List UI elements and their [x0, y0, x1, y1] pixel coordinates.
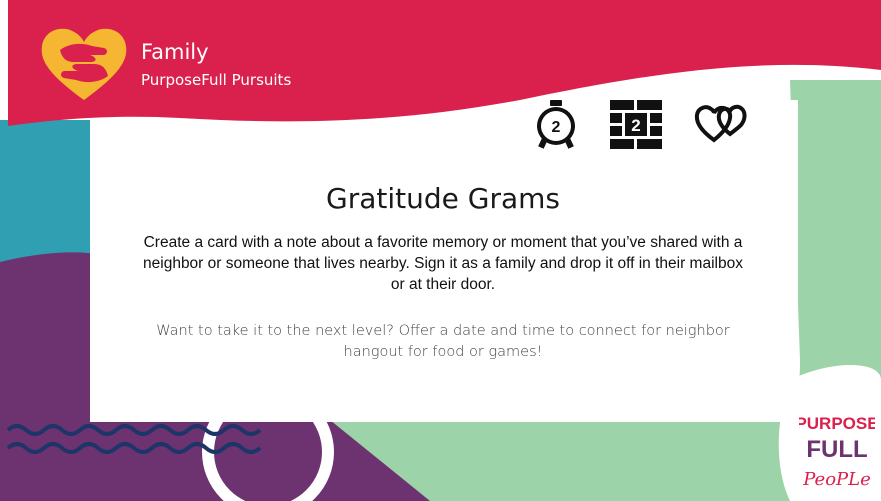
activity-description: Create a card with a note about a favori… — [143, 234, 743, 293]
logo-line-2: FULL — [806, 436, 867, 463]
logo-line-1: PURPOSE — [799, 414, 875, 433]
time-value: 2 — [552, 119, 561, 136]
heart-hands-icon — [41, 28, 127, 100]
activity-next-level: Want to take it to the next level? Offer… — [156, 323, 730, 360]
logo-line-3: PeoPLe — [802, 469, 871, 490]
purple-shape — [0, 252, 100, 501]
activity-card-slide: Family PurposeFull Pursuits 2 2 Gratitud… — [0, 0, 881, 501]
brand-title: Family — [141, 40, 209, 64]
brick-wall-icon: 2 — [610, 100, 662, 149]
activity-title: Gratitude Grams — [326, 182, 560, 215]
stopwatch-icon: 2 — [537, 100, 575, 149]
brand-subtitle: PurposeFull Pursuits — [141, 71, 292, 89]
difficulty-value: 2 — [631, 116, 640, 135]
purposefull-people-logo: PURPOSE FULL PeoPLe — [799, 414, 875, 490]
hearts-icon — [694, 104, 747, 143]
